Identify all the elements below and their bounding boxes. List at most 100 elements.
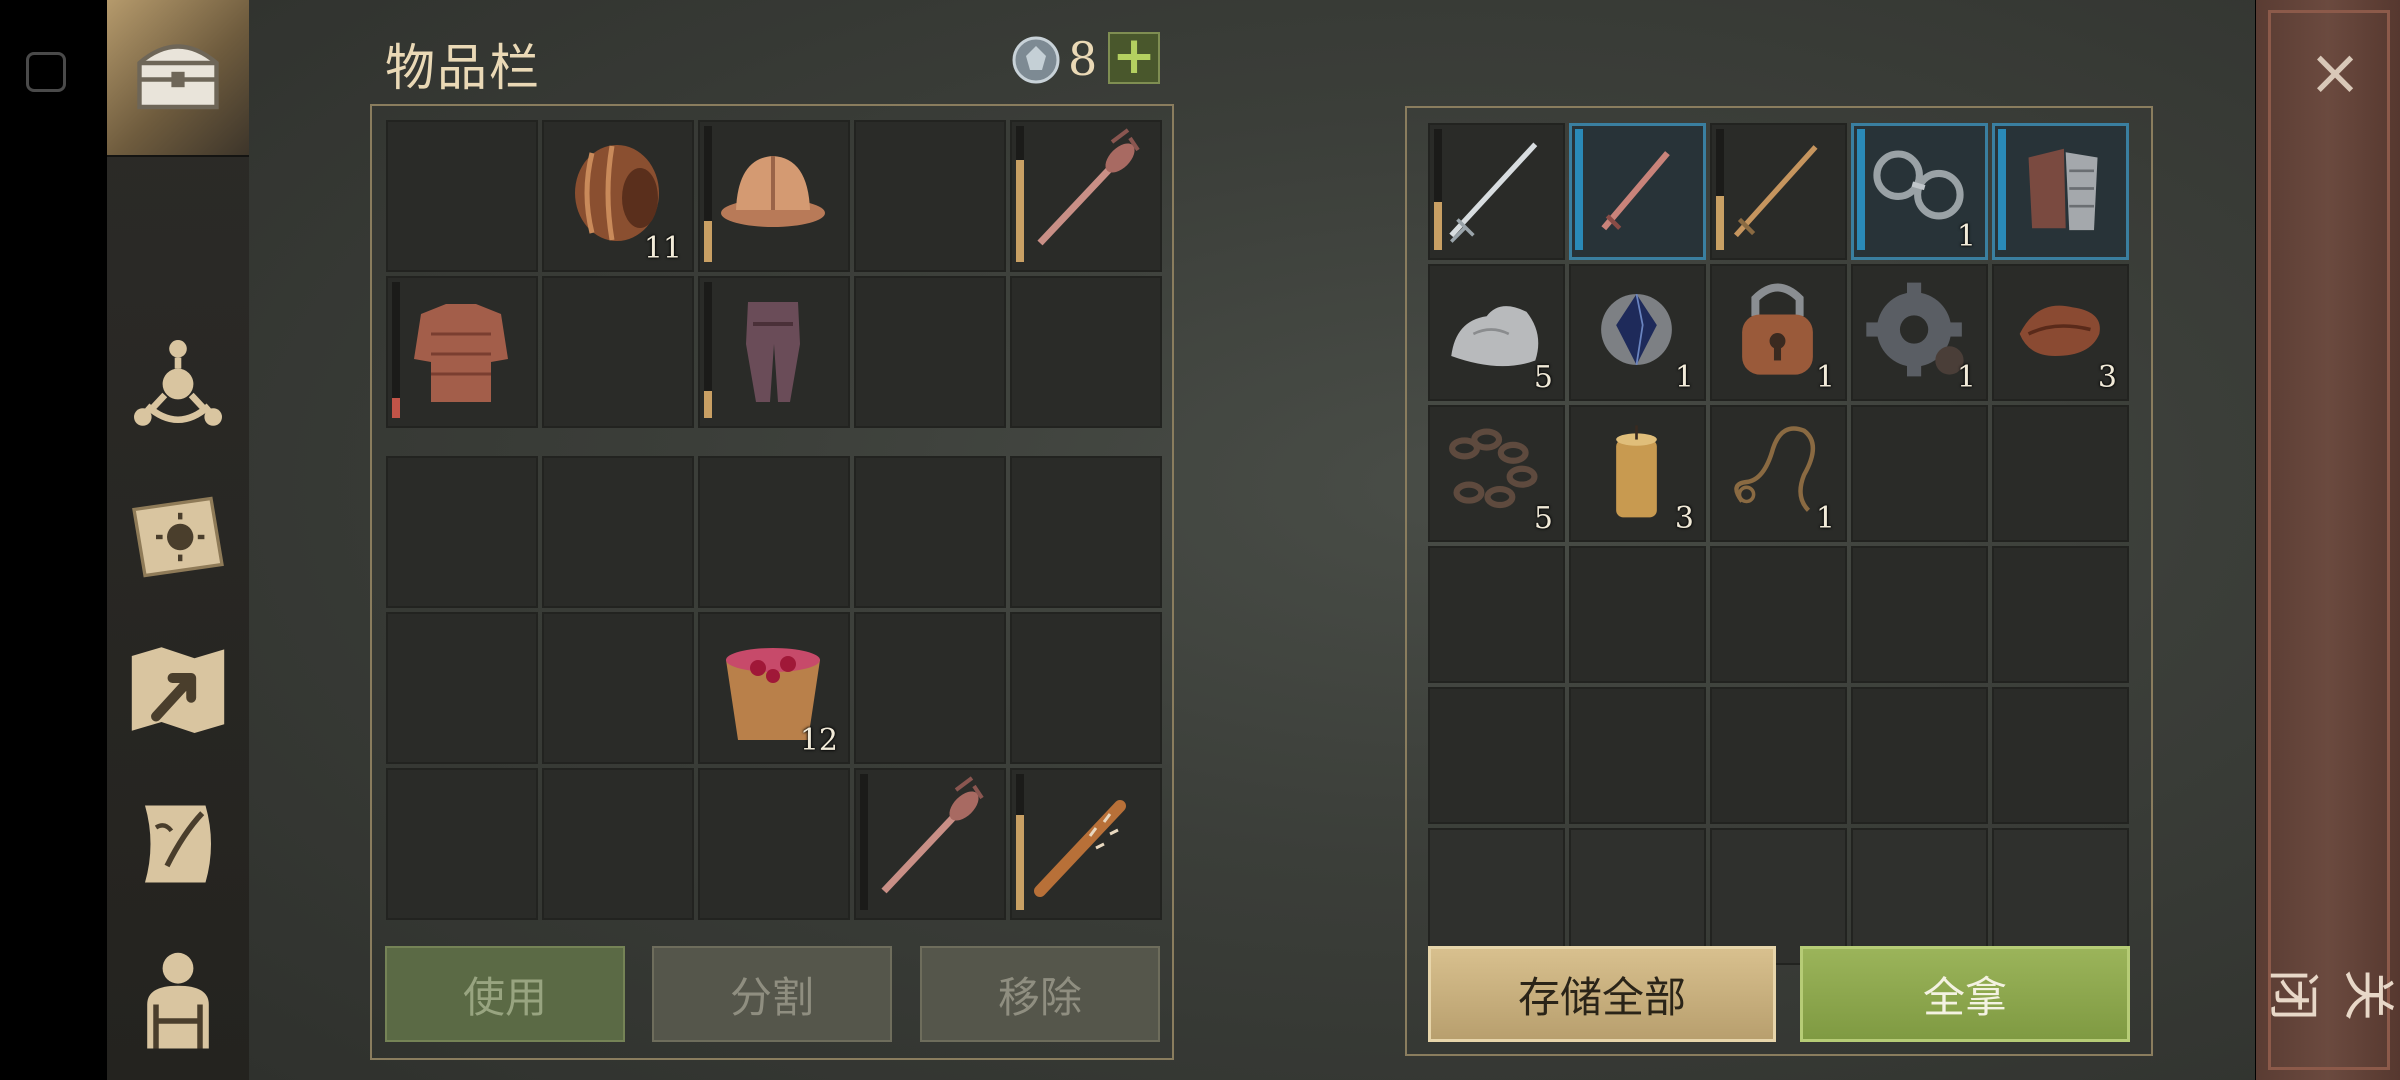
storage-grid: 1 5 1 1 1 3 5 3 1 bbox=[1428, 123, 2130, 965]
empty-slot[interactable] bbox=[854, 120, 1006, 272]
scroll-quill-icon[interactable] bbox=[118, 785, 238, 903]
wooden-sword-icon bbox=[1733, 145, 1818, 238]
item-slot-barrel[interactable]: 11 bbox=[542, 120, 694, 272]
durability-bar bbox=[1716, 129, 1724, 250]
empty-slot[interactable] bbox=[386, 120, 538, 272]
durability-bar bbox=[392, 282, 400, 418]
empty-slot[interactable] bbox=[1851, 828, 1988, 965]
item-quantity: 3 bbox=[1674, 501, 1694, 536]
item-slot-crystal[interactable]: 1 bbox=[1569, 264, 1706, 401]
item-slot-leather[interactable]: 3 bbox=[1992, 264, 2129, 401]
item-slot-dagger[interactable] bbox=[1569, 123, 1706, 260]
empty-slot[interactable] bbox=[1428, 687, 1565, 824]
item-slot-chain[interactable]: 5 bbox=[1428, 405, 1565, 542]
dagger-icon bbox=[1601, 151, 1670, 231]
item-slot-gear[interactable]: 1 bbox=[1851, 264, 1988, 401]
empty-slot[interactable] bbox=[1710, 687, 1847, 824]
item-slot-stone[interactable]: 5 bbox=[1428, 264, 1565, 401]
empty-slot[interactable] bbox=[1010, 612, 1162, 764]
empty-slot[interactable] bbox=[1428, 546, 1565, 683]
split-button[interactable]: 分割 bbox=[652, 946, 892, 1042]
map-arrow-icon[interactable] bbox=[118, 630, 238, 748]
item-slot-helmet[interactable] bbox=[698, 120, 850, 272]
empty-slot[interactable] bbox=[1010, 456, 1162, 608]
empty-slot[interactable] bbox=[1992, 828, 2129, 965]
character-backpack-icon[interactable] bbox=[118, 940, 238, 1058]
page-title: 物品栏 bbox=[385, 39, 541, 97]
empty-slot[interactable] bbox=[542, 456, 694, 608]
empty-slot[interactable] bbox=[854, 276, 1006, 428]
item-slot-rope[interactable]: 1 bbox=[1710, 405, 1847, 542]
durability-bar bbox=[704, 126, 712, 262]
empty-slot[interactable] bbox=[1851, 405, 1988, 542]
gauntlets-icon bbox=[2028, 148, 2098, 231]
equipment-grid: 11 bbox=[386, 120, 1165, 428]
gem-coin-icon bbox=[1012, 36, 1060, 84]
empty-slot[interactable] bbox=[1710, 828, 1847, 965]
item-quantity: 5 bbox=[1533, 360, 1553, 395]
item-slot-pants[interactable] bbox=[698, 276, 850, 428]
empty-slot[interactable] bbox=[1428, 828, 1565, 965]
empty-slot[interactable] bbox=[542, 612, 694, 764]
empty-slot[interactable] bbox=[386, 612, 538, 764]
mace-icon bbox=[881, 776, 984, 894]
mace-icon bbox=[1037, 128, 1140, 246]
highlight-bar bbox=[1998, 129, 2006, 250]
empty-slot[interactable] bbox=[1992, 546, 2129, 683]
empty-slot[interactable] bbox=[386, 456, 538, 608]
empty-slot[interactable] bbox=[542, 276, 694, 428]
empty-slot[interactable] bbox=[698, 768, 850, 920]
highlight-bar bbox=[1575, 129, 1583, 250]
empty-slot[interactable] bbox=[698, 456, 850, 608]
helmet-icon bbox=[721, 156, 825, 227]
store-all-button[interactable]: 存储全部 bbox=[1428, 946, 1776, 1042]
spiked-club-icon bbox=[1034, 800, 1126, 897]
item-slot-gauntlets[interactable] bbox=[1992, 123, 2129, 260]
empty-slot[interactable] bbox=[386, 768, 538, 920]
system-overview-button[interactable] bbox=[26, 52, 66, 92]
item-slot-longsword[interactable] bbox=[1428, 123, 1565, 260]
take-all-button[interactable]: 全拿 bbox=[1800, 946, 2130, 1042]
item-slot-berry-bucket[interactable]: 12 bbox=[698, 612, 850, 764]
remove-button[interactable]: 移除 bbox=[920, 946, 1160, 1042]
clan-emblem-icon[interactable] bbox=[118, 325, 238, 443]
use-button[interactable]: 使用 bbox=[385, 946, 625, 1042]
sidebar-divider bbox=[107, 155, 249, 157]
item-slot-chainmail[interactable] bbox=[386, 276, 538, 428]
chest-icon[interactable] bbox=[118, 15, 238, 133]
item-slot-wooden-sword[interactable] bbox=[1710, 123, 1847, 260]
empty-slot[interactable] bbox=[1710, 546, 1847, 683]
empty-slot[interactable] bbox=[1569, 546, 1706, 683]
item-quantity: 11 bbox=[643, 231, 682, 266]
empty-slot[interactable] bbox=[1992, 405, 2129, 542]
empty-slot[interactable] bbox=[854, 612, 1006, 764]
item-quantity: 3 bbox=[2097, 360, 2117, 395]
item-slot-spiked-club[interactable] bbox=[1010, 768, 1162, 920]
close-label[interactable]: 关闭 bbox=[2260, 960, 2400, 1030]
durability-bar bbox=[1016, 126, 1024, 262]
empty-slot[interactable] bbox=[542, 768, 694, 920]
empty-slot[interactable] bbox=[1851, 546, 1988, 683]
durability-bar bbox=[704, 282, 712, 418]
empty-slot[interactable] bbox=[1851, 687, 1988, 824]
item-quantity: 1 bbox=[1815, 360, 1835, 395]
empty-slot[interactable] bbox=[1992, 687, 2129, 824]
empty-slot[interactable] bbox=[1569, 828, 1706, 965]
close-panel-border bbox=[2268, 10, 2390, 1070]
item-slot-candle[interactable]: 3 bbox=[1569, 405, 1706, 542]
sun-book-icon[interactable] bbox=[118, 478, 238, 596]
longsword-icon bbox=[1449, 142, 1538, 243]
close-icon[interactable]: × bbox=[2300, 38, 2370, 108]
item-slot-padlock[interactable]: 1 bbox=[1710, 264, 1847, 401]
item-quantity: 1 bbox=[1956, 360, 1976, 395]
chainmail-icon bbox=[414, 304, 508, 402]
item-quantity: 1 bbox=[1674, 360, 1694, 395]
empty-slot[interactable] bbox=[854, 456, 1006, 608]
item-slot-shackles[interactable]: 1 bbox=[1851, 123, 1988, 260]
item-slot-mace[interactable] bbox=[1010, 120, 1162, 272]
item-quantity: 1 bbox=[1815, 501, 1835, 536]
add-currency-button[interactable]: + bbox=[1108, 30, 1160, 84]
empty-slot[interactable] bbox=[1010, 276, 1162, 428]
item-slot-mace[interactable] bbox=[854, 768, 1006, 920]
empty-slot[interactable] bbox=[1569, 687, 1706, 824]
